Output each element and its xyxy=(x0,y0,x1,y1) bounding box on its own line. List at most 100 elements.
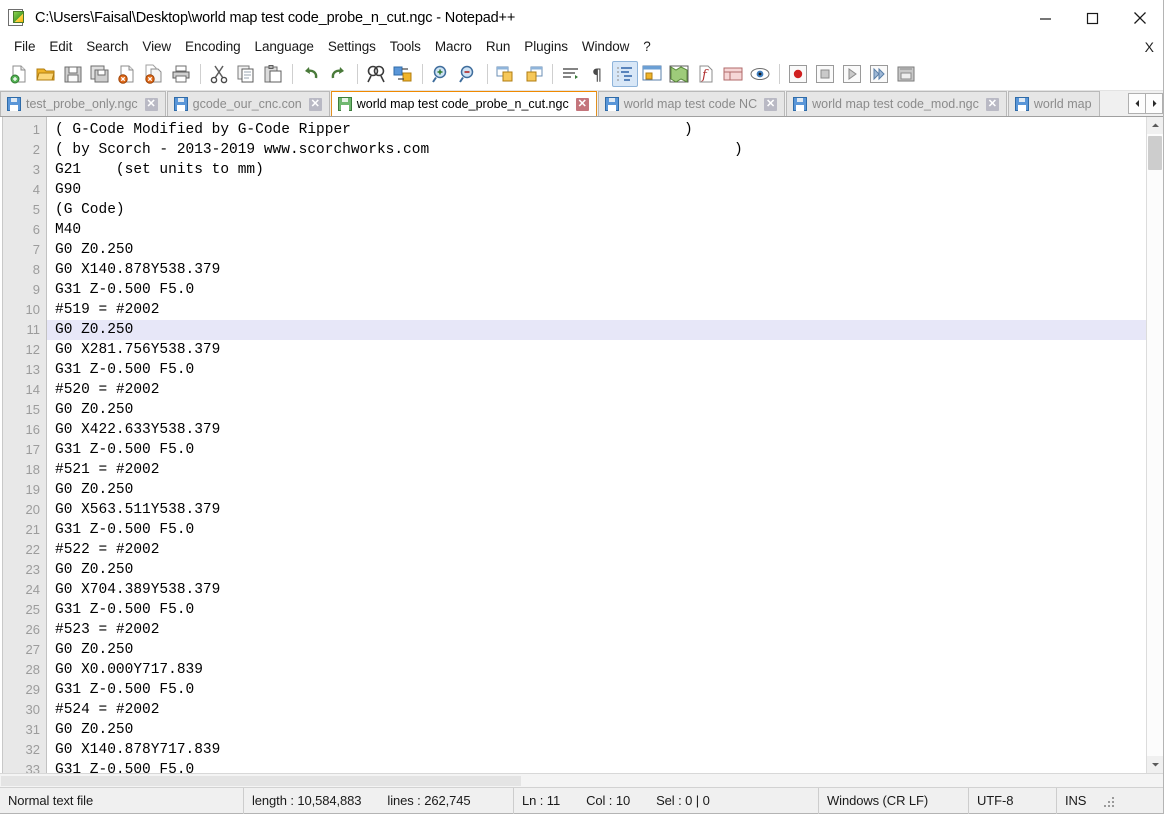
close-file-icon[interactable] xyxy=(114,61,140,87)
code-line[interactable]: G21 (set units to mm) xyxy=(47,160,1146,180)
code-line[interactable]: G0 X0.000Y717.839 xyxy=(47,660,1146,680)
user-defined-dialog-icon[interactable] xyxy=(639,61,665,87)
tab-world-map-test-code-mod[interactable]: world map test code_mod.ngc ✕ xyxy=(786,91,1007,116)
menu-macro[interactable]: Macro xyxy=(428,36,479,58)
record-macro-icon[interactable] xyxy=(785,61,811,87)
show-all-characters-icon[interactable]: ¶ xyxy=(585,61,611,87)
code-line[interactable]: #520 = #2002 xyxy=(47,380,1146,400)
menu-view[interactable]: View xyxy=(135,36,178,58)
code-text-area[interactable]: ( G-Code Modified by G-Code Ripper) ( by … xyxy=(47,117,1146,773)
save-macro-icon[interactable] xyxy=(893,61,919,87)
code-line[interactable]: G31 Z-0.500 F5.0 xyxy=(47,600,1146,620)
menu-file[interactable]: File xyxy=(7,36,42,58)
code-line[interactable]: (G Code) xyxy=(47,200,1146,220)
monitoring-eye-icon[interactable] xyxy=(747,61,773,87)
indent-guideline-icon[interactable] xyxy=(612,61,638,87)
play-macro-icon[interactable] xyxy=(839,61,865,87)
word-wrap-icon[interactable] xyxy=(558,61,584,87)
code-line[interactable]: G0 Z0.250 xyxy=(47,640,1146,660)
replace-icon[interactable] xyxy=(390,61,416,87)
menu-edit[interactable]: Edit xyxy=(42,36,79,58)
code-line[interactable]: #523 = #2002 xyxy=(47,620,1146,640)
code-line[interactable]: G0 X563.511Y538.379 xyxy=(47,500,1146,520)
code-line[interactable]: G0 Z0.250 xyxy=(47,320,1146,340)
close-button[interactable] xyxy=(1116,0,1163,36)
code-line[interactable]: M40 xyxy=(47,220,1146,240)
cut-icon[interactable] xyxy=(206,61,232,87)
vertical-scrollbar[interactable] xyxy=(1146,117,1163,773)
code-line[interactable]: G31 Z-0.500 F5.0 xyxy=(47,680,1146,700)
code-line[interactable]: G0 X281.756Y538.379 xyxy=(47,340,1146,360)
redo-icon[interactable] xyxy=(325,61,351,87)
tab-world-map-test-code-probe-n-cut[interactable]: world map test code_probe_n_cut.ngc ✕ xyxy=(330,91,597,116)
code-line[interactable]: G0 Z0.250 xyxy=(47,560,1146,580)
run-macro-multiple-icon[interactable] xyxy=(866,61,892,87)
horizontal-scrollbar[interactable] xyxy=(0,773,1163,787)
menu-search[interactable]: Search xyxy=(79,36,135,58)
vertical-scroll-track[interactable] xyxy=(1147,134,1163,756)
tab-world-map[interactable]: world map xyxy=(1007,91,1100,116)
code-line[interactable]: #524 = #2002 xyxy=(47,700,1146,720)
code-line[interactable]: G0 Z0.250 xyxy=(47,240,1146,260)
code-line[interactable]: G0 Z0.250 xyxy=(47,400,1146,420)
code-line[interactable]: #522 = #2002 xyxy=(47,540,1146,560)
undo-icon[interactable] xyxy=(298,61,324,87)
menu-tools[interactable]: Tools xyxy=(383,36,428,58)
find-icon[interactable] xyxy=(363,61,389,87)
code-line[interactable]: G0 X140.878Y717.839 xyxy=(47,740,1146,760)
folder-workspace-icon[interactable] xyxy=(720,61,746,87)
code-line[interactable]: G0 X422.633Y538.379 xyxy=(47,420,1146,440)
tab-gcode-our-cnc[interactable]: gcode_our_cnc.con ✕ xyxy=(166,91,330,116)
code-line[interactable]: G31 Z-0.500 F5.0 xyxy=(47,520,1146,540)
sync-vertical-scroll-icon[interactable] xyxy=(493,61,519,87)
tab-close-icon[interactable]: ✕ xyxy=(764,97,778,111)
vertical-scroll-thumb[interactable] xyxy=(1148,136,1162,170)
tab-test-probe-only[interactable]: test_probe_only.ngc ✕ xyxy=(0,91,166,116)
zoom-in-icon[interactable] xyxy=(428,61,454,87)
new-file-icon[interactable] xyxy=(6,61,32,87)
menu-settings[interactable]: Settings xyxy=(321,36,383,58)
tab-scroll-left-icon[interactable] xyxy=(1128,93,1146,114)
save-icon[interactable] xyxy=(60,61,86,87)
minimize-button[interactable] xyxy=(1022,0,1069,36)
code-line[interactable]: #521 = #2002 xyxy=(47,460,1146,480)
resize-grip-icon[interactable] xyxy=(1101,794,1115,808)
code-line[interactable]: G90 xyxy=(47,180,1146,200)
scroll-up-icon[interactable] xyxy=(1147,117,1163,134)
tab-scroll-right-icon[interactable] xyxy=(1145,93,1163,114)
scroll-down-icon[interactable] xyxy=(1147,756,1163,773)
tab-close-icon[interactable]: ✕ xyxy=(985,97,999,111)
horizontal-scroll-thumb[interactable] xyxy=(1,776,521,786)
function-list-icon[interactable]: f xyxy=(693,61,719,87)
tab-world-map-test-code-nc[interactable]: world map test code NC ✕ xyxy=(597,91,786,116)
menu-encoding[interactable]: Encoding xyxy=(178,36,248,58)
tab-close-icon[interactable]: ✕ xyxy=(308,97,322,111)
close-all-files-icon[interactable] xyxy=(141,61,167,87)
zoom-out-icon[interactable] xyxy=(455,61,481,87)
menu-language[interactable]: Language xyxy=(248,36,321,58)
copy-icon[interactable] xyxy=(233,61,259,87)
code-line[interactable]: G31 Z-0.500 F5.0 xyxy=(47,760,1146,773)
code-line[interactable]: ( G-Code Modified by G-Code Ripper) xyxy=(47,120,1146,140)
stop-macro-icon[interactable] xyxy=(812,61,838,87)
tab-close-icon[interactable]: ✕ xyxy=(144,97,158,111)
open-file-icon[interactable] xyxy=(33,61,59,87)
maximize-button[interactable] xyxy=(1069,0,1116,36)
print-icon[interactable] xyxy=(168,61,194,87)
tab-close-icon[interactable]: ✕ xyxy=(575,97,589,111)
sync-horizontal-scroll-icon[interactable] xyxy=(520,61,546,87)
code-line[interactable]: G0 Z0.250 xyxy=(47,480,1146,500)
code-line[interactable]: #519 = #2002 xyxy=(47,300,1146,320)
paste-icon[interactable] xyxy=(260,61,286,87)
menu-help[interactable]: ? xyxy=(636,36,657,58)
code-line[interactable]: G31 Z-0.500 F5.0 xyxy=(47,440,1146,460)
menu-window[interactable]: Window xyxy=(575,36,636,58)
code-line[interactable]: G31 Z-0.500 F5.0 xyxy=(47,280,1146,300)
close-document-icon[interactable]: X xyxy=(1145,38,1154,56)
code-line[interactable]: G0 Z0.250 xyxy=(47,720,1146,740)
code-line[interactable]: ( by Scorch - 2013-2019 www.scorchworks.… xyxy=(47,140,1146,160)
document-map-icon[interactable] xyxy=(666,61,692,87)
code-line[interactable]: G0 X704.389Y538.379 xyxy=(47,580,1146,600)
code-line[interactable]: G31 Z-0.500 F5.0 xyxy=(47,360,1146,380)
save-all-icon[interactable] xyxy=(87,61,113,87)
